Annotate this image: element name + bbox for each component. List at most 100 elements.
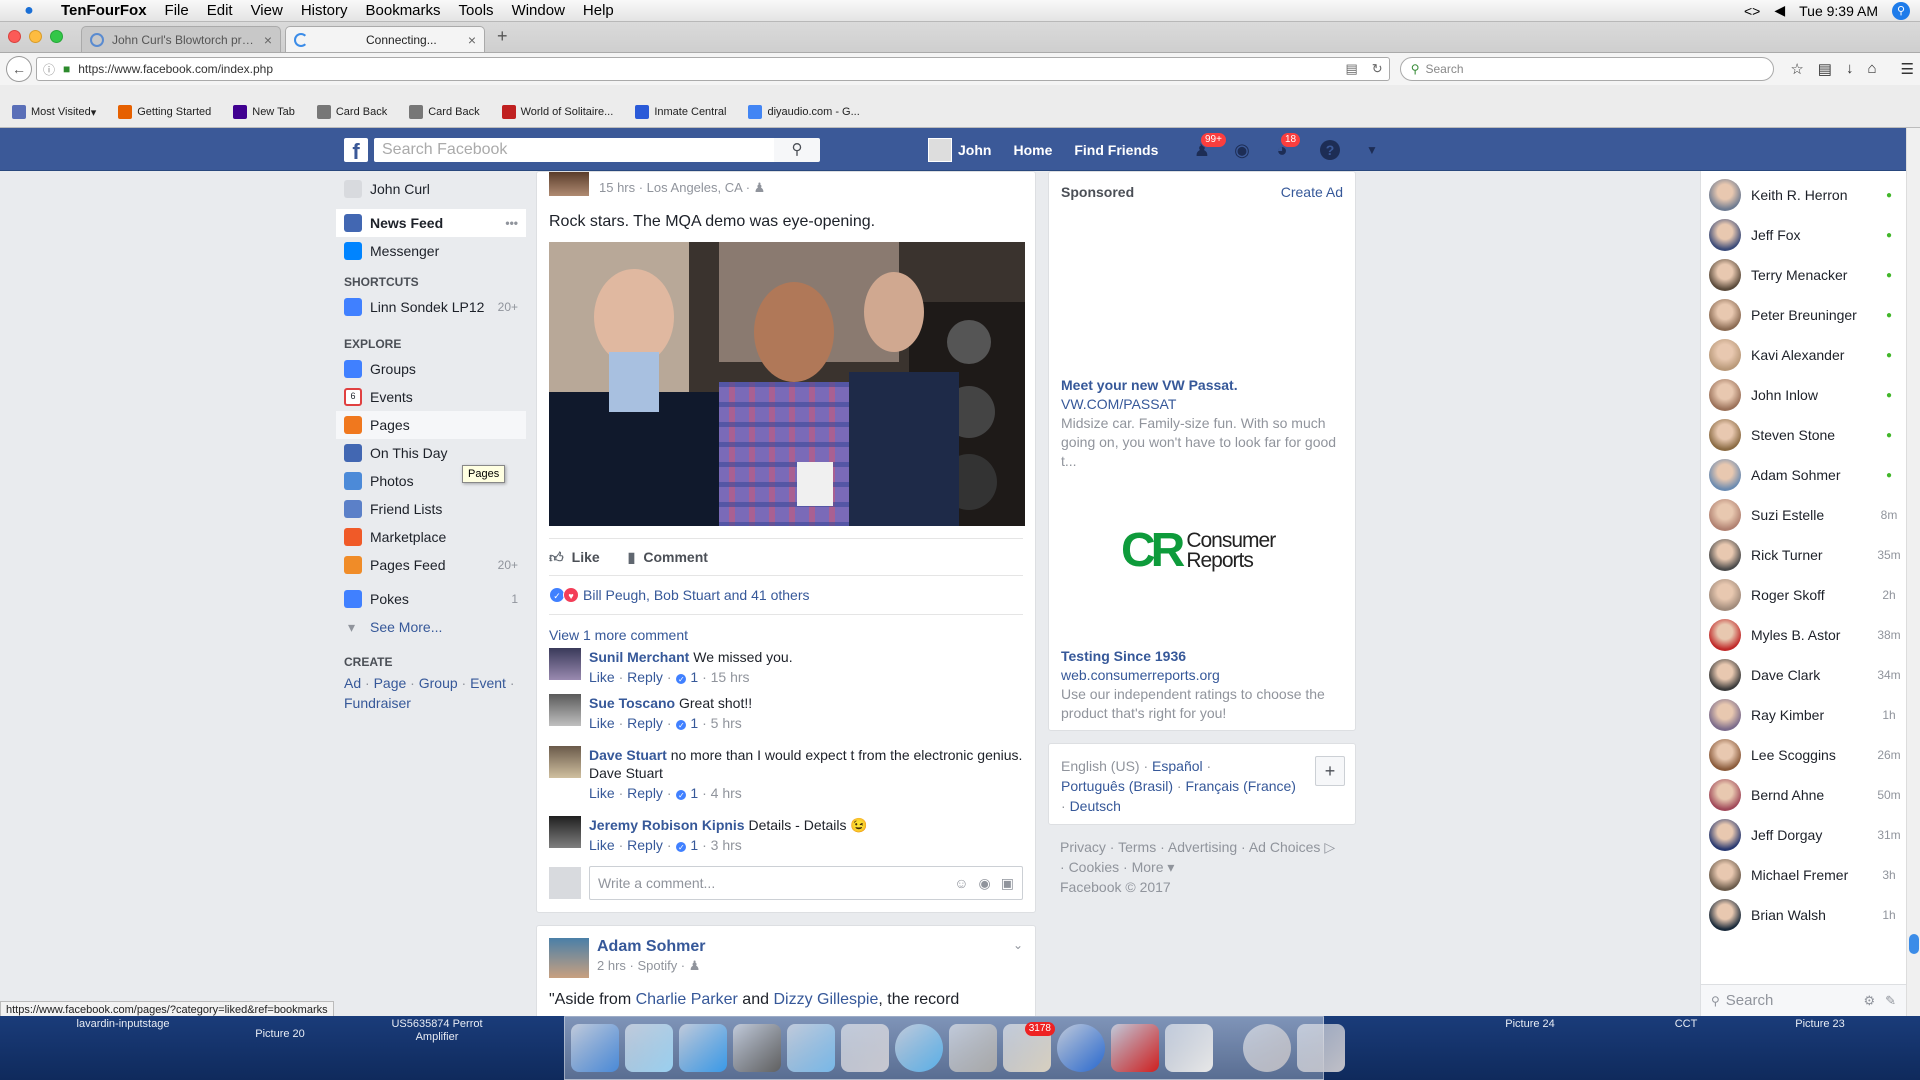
sidebar-item-friend-lists[interactable]: Friend Lists bbox=[336, 495, 526, 523]
minimize-window-icon[interactable] bbox=[29, 30, 42, 43]
comment-reply-button[interactable]: Reply bbox=[627, 669, 663, 685]
add-language-button[interactable]: + bbox=[1315, 756, 1345, 786]
desktop-file-label[interactable]: US5635874 Perrot Amplifier bbox=[372, 1018, 502, 1044]
tab-close-icon[interactable]: × bbox=[468, 32, 476, 48]
sidebar-item-messenger[interactable]: Messenger bbox=[336, 237, 526, 265]
ichat-icon[interactable] bbox=[679, 1024, 727, 1072]
desktop-file-label[interactable]: lavardin-inputstage bbox=[48, 1018, 198, 1031]
link-charlie-parker[interactable]: Charlie Parker bbox=[636, 991, 738, 1008]
reader-view-icon[interactable]: ▤ bbox=[1345, 61, 1357, 77]
ad-url[interactable]: VW.COM/PASSAT bbox=[1061, 395, 1351, 414]
tab-connecting[interactable]: Connecting... × bbox=[285, 26, 485, 52]
ad-vw-passat[interactable]: Meet your new VW Passat. VW.COM/PASSAT M… bbox=[1061, 376, 1351, 471]
create-ad-link[interactable]: Create Ad bbox=[1281, 184, 1343, 200]
menu-history[interactable]: History bbox=[292, 2, 357, 19]
chat-friend-item[interactable]: Jeff Fox ● bbox=[1701, 215, 1906, 255]
emoji-icon[interactable]: ☺ bbox=[954, 875, 968, 892]
view-more-comments-link[interactable]: View 1 more comment bbox=[549, 614, 1023, 644]
ad-title[interactable]: Testing Since 1936 bbox=[1061, 647, 1351, 666]
safari-icon[interactable] bbox=[895, 1024, 943, 1072]
menu-bookmarks[interactable]: Bookmarks bbox=[357, 2, 450, 19]
gear-icon[interactable]: ⚙ bbox=[1863, 993, 1875, 1009]
write-comment-input[interactable]: Write a comment... ☺ ◉ ▣ bbox=[589, 866, 1023, 900]
nav-home[interactable]: Home bbox=[1013, 142, 1052, 158]
facebook-search-input[interactable]: Search Facebook bbox=[374, 138, 774, 162]
spotlight-icon[interactable]: ⚲ bbox=[1892, 1, 1910, 20]
footer-privacy[interactable]: Privacy bbox=[1060, 839, 1106, 855]
nav-find-friends[interactable]: Find Friends bbox=[1074, 142, 1158, 158]
comment-author[interactable]: Dave Stuart bbox=[589, 747, 667, 763]
like-button[interactable]: 👍︎ Like bbox=[549, 549, 600, 566]
footer-ad-choices[interactable]: Ad Choices bbox=[1249, 839, 1321, 855]
camera-icon[interactable]: ◉ bbox=[979, 875, 991, 892]
avatar[interactable] bbox=[549, 648, 581, 680]
create-link-group[interactable]: Group bbox=[419, 675, 458, 691]
comment-reply-button[interactable]: Reply bbox=[627, 715, 663, 731]
lang-espanol[interactable]: Español bbox=[1152, 758, 1203, 774]
chat-friend-item[interactable]: Rick Turner 35m bbox=[1701, 535, 1906, 575]
apple-menu-icon[interactable]: ● bbox=[18, 2, 40, 20]
create-link-page[interactable]: Page bbox=[374, 675, 407, 691]
footer-cookies[interactable]: Cookies bbox=[1069, 859, 1120, 875]
comment-time[interactable]: 15 hrs bbox=[711, 669, 750, 685]
create-link-ad[interactable]: Ad bbox=[344, 675, 361, 691]
chat-search-bar[interactable]: ⚲ Search ⚙ ✎ bbox=[1701, 984, 1906, 1016]
folder-icon[interactable] bbox=[787, 1024, 835, 1072]
globe-icon[interactable] bbox=[1057, 1024, 1105, 1072]
chat-friend-item[interactable]: Jeff Dorgay 31m bbox=[1701, 815, 1906, 855]
bookmarks-list-icon[interactable]: ▤ bbox=[1818, 60, 1832, 78]
sticker-icon[interactable]: ▣ bbox=[1001, 875, 1014, 892]
trash-icon[interactable] bbox=[1297, 1024, 1345, 1072]
consumer-reports-logo[interactable]: CR Consumer Reports bbox=[1121, 527, 1276, 575]
bookmark-item[interactable]: New Tab bbox=[233, 105, 295, 119]
chevron-down-icon[interactable]: ⌄ bbox=[1013, 938, 1023, 952]
chat-friend-item[interactable]: Roger Skoff 2h bbox=[1701, 575, 1906, 615]
bookmark-item[interactable]: Inmate Central bbox=[635, 105, 726, 119]
mail-icon[interactable]: 3178 bbox=[1003, 1022, 1055, 1072]
see-more-link[interactable]: ▾ See More... bbox=[336, 613, 526, 641]
chat-friend-item[interactable]: Kavi Alexander ● bbox=[1701, 335, 1906, 375]
create-link-fundraiser[interactable]: Fundraiser bbox=[344, 695, 411, 711]
itunes-icon[interactable] bbox=[625, 1024, 673, 1072]
ad-title[interactable]: Meet your new VW Passat. bbox=[1061, 376, 1351, 395]
lock-icon[interactable]: ■ bbox=[63, 62, 70, 76]
comment-like-button[interactable]: Like bbox=[589, 837, 615, 853]
at-sign-icon[interactable] bbox=[1243, 1024, 1291, 1072]
bookmark-item[interactable]: diyaudio.com - G... bbox=[748, 105, 860, 119]
sidebar-item-john-curl[interactable]: John Curl bbox=[336, 175, 526, 203]
chat-friend-item[interactable]: Lee Scoggins 26m bbox=[1701, 735, 1906, 775]
desktop-file-label[interactable]: Picture 24 bbox=[1480, 1018, 1580, 1031]
comment-button[interactable]: ▮ Comment bbox=[628, 549, 708, 566]
create-link-event[interactable]: Event bbox=[470, 675, 506, 691]
url-text[interactable]: https://www.facebook.com/index.php bbox=[78, 62, 1331, 76]
chat-friend-item[interactable]: Michael Fremer 3h bbox=[1701, 855, 1906, 895]
menu-tools[interactable]: Tools bbox=[450, 2, 503, 19]
audience-friends-icon[interactable]: ♟ bbox=[689, 958, 701, 973]
chat-friend-item[interactable]: Bernd Ahne 50m bbox=[1701, 775, 1906, 815]
messages-icon[interactable]: ◉ bbox=[1230, 138, 1254, 162]
friend-requests-icon[interactable]: ♟ 99+ bbox=[1190, 132, 1227, 162]
bookmark-item[interactable]: Getting Started bbox=[118, 105, 211, 119]
downloads-icon[interactable]: ↓ bbox=[1846, 60, 1854, 78]
chat-friend-item[interactable]: Peter Breuninger ● bbox=[1701, 295, 1906, 335]
desktop-file-label[interactable]: Picture 23 bbox=[1770, 1018, 1870, 1031]
url-bar[interactable]: ⓘ ■ https://www.facebook.com/index.php ▤… bbox=[35, 57, 1390, 81]
post-author-name[interactable]: Adam Sohmer bbox=[597, 938, 705, 956]
chat-friend-item[interactable]: Suzi Estelle 8m bbox=[1701, 495, 1906, 535]
notifications-icon[interactable]: ◕ 18 bbox=[1270, 132, 1302, 162]
lang-francais[interactable]: Français (France) bbox=[1186, 778, 1296, 794]
chat-friend-item[interactable]: John Inlow ● bbox=[1701, 375, 1906, 415]
hamburger-menu-icon[interactable]: ☰ bbox=[1901, 60, 1914, 78]
lang-deutsch[interactable]: Deutsch bbox=[1070, 798, 1121, 814]
finder-icon[interactable] bbox=[571, 1024, 619, 1072]
bookmark-item[interactable]: Most Visited ▾ bbox=[12, 105, 96, 119]
back-arrow-icon[interactable]: ← bbox=[6, 56, 32, 82]
imac-icon[interactable] bbox=[841, 1024, 889, 1072]
footer-more[interactable]: More bbox=[1132, 859, 1164, 875]
new-tab-icon[interactable]: + bbox=[497, 26, 508, 47]
bookmark-star-icon[interactable]: ☆ bbox=[1790, 60, 1803, 78]
sidebar-item-groups[interactable]: Groups bbox=[336, 355, 526, 383]
compose-icon[interactable]: ✎ bbox=[1885, 993, 1896, 1009]
sidebar-item-news-feed[interactable]: News Feed ••• bbox=[336, 209, 526, 237]
comment-reply-button[interactable]: Reply bbox=[627, 837, 663, 853]
